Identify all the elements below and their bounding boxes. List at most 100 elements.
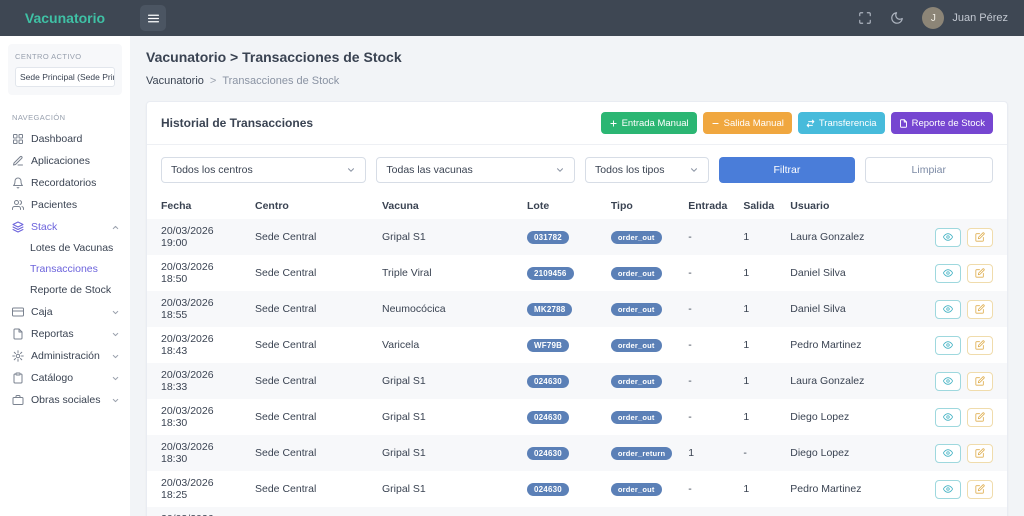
tipo-badge: order_out	[611, 339, 662, 352]
sidebar-item-reporte-de-stock[interactable]: Reporte de Stock	[0, 280, 130, 301]
cell-entrada: -	[680, 363, 735, 399]
sidebar-item-reportas[interactable]: Reportas	[0, 323, 130, 345]
sidebar-item-pacientes[interactable]: Pacientes	[0, 194, 130, 216]
cell-fecha: 20/03/2026 19:00	[147, 219, 247, 255]
table-row: 20/03/2026 18:33Sede CentralGripal S1024…	[147, 363, 1007, 399]
breadcrumb-root[interactable]: Vacunatorio	[146, 75, 204, 87]
cell-fecha: 20/03/2026 18:33	[147, 363, 247, 399]
chevron-down-icon	[346, 165, 356, 175]
cell-salida: 1	[735, 291, 782, 327]
cell-vacuna: Gripal S1	[374, 399, 519, 435]
tipo-badge: order_out	[611, 303, 662, 316]
salida-manual-button[interactable]: Salida Manual	[703, 112, 792, 134]
chevron-down-icon	[111, 396, 120, 405]
eye-icon	[943, 340, 953, 350]
row-actions	[918, 372, 999, 391]
edit-button[interactable]	[967, 336, 993, 355]
sidebar-item-aplicaciones[interactable]: Aplicaciones	[0, 150, 130, 172]
filters-row: Todos los centros Todas las vacunas Todos …	[147, 145, 1007, 187]
sidebar-item-transacciones[interactable]: Transacciones	[0, 259, 130, 280]
chevron-down-icon	[555, 165, 565, 175]
edit-button[interactable]	[967, 372, 993, 391]
edit-button[interactable]	[967, 300, 993, 319]
view-button[interactable]	[935, 264, 961, 283]
sidebar-item-label: Dashboard	[31, 133, 82, 145]
sidebar-item-recordatorios[interactable]: Recordatorios	[0, 172, 130, 194]
clear-button[interactable]: Limpiar	[865, 157, 994, 183]
sidebar-item-catalogo[interactable]: Catálogo	[0, 367, 130, 389]
tipo-badge: order_out	[611, 483, 662, 496]
edit-icon	[975, 448, 985, 458]
breadcrumb: Vacunatorio > Transacciones de Stock	[146, 75, 1008, 87]
lote-badge: 031782	[527, 231, 569, 244]
table-row: 20/03/2026 18:25Sede CentralGripal S1024…	[147, 471, 1007, 507]
view-button[interactable]	[935, 408, 961, 427]
chevron-down-icon	[689, 165, 699, 175]
chevron-down-icon	[111, 352, 120, 361]
filter-button[interactable]: Filtrar	[719, 157, 854, 183]
view-button[interactable]	[935, 480, 961, 499]
page-title: Vacunatorio > Transacciones de Stock	[146, 49, 1008, 65]
action-button-label: Salida Manual	[724, 118, 784, 129]
table-row: 20/03/2026 18:30Sede CentralGripal S1024…	[147, 435, 1007, 471]
cell-usuario: Pedro Martinez	[782, 471, 910, 507]
user-menu[interactable]: J Juan Pérez	[922, 7, 1008, 29]
view-button[interactable]	[935, 228, 961, 247]
breadcrumb-current: Transacciones de Stock	[222, 75, 339, 87]
cell-salida: -	[735, 435, 782, 471]
chevron-up-icon	[111, 223, 120, 232]
sidebar-item-dashboard[interactable]: Dashboard	[0, 128, 130, 150]
col-header-tipo: Tipo	[603, 193, 680, 219]
active-center-select[interactable]: Sede Principal (Sede Princ.	[15, 67, 115, 87]
edit-button[interactable]	[967, 264, 993, 283]
sidebar-item-stack[interactable]: Stack	[0, 216, 130, 238]
sidebar-item-label: Obras sociales	[31, 394, 100, 406]
row-actions	[918, 300, 999, 319]
sidebar-item-caja[interactable]: Caja	[0, 301, 130, 323]
table-row: 20/03/2026 19:00Sede CentralGripal S1031…	[147, 219, 1007, 255]
centro-filter-select[interactable]: Todos los centros	[161, 157, 366, 183]
edit-button[interactable]	[967, 444, 993, 463]
edit-button[interactable]	[967, 480, 993, 499]
sidebar-item-obras-sociales[interactable]: Obras sociales	[0, 389, 130, 411]
eye-icon	[943, 268, 953, 278]
panel-header: Historial de Transacciones Entrada Manua…	[147, 102, 1007, 145]
tipo-filter-select[interactable]: Todos los tipos	[585, 157, 709, 183]
table-row: 20/03/2026 18:43Sede CentralVaricelaWF79…	[147, 327, 1007, 363]
reporte-de-stock-button[interactable]: Reporte de Stock	[891, 112, 993, 134]
col-header-lote: Lote	[519, 193, 603, 219]
lote-badge: 024630	[527, 411, 569, 424]
cell-salida: 1	[735, 327, 782, 363]
row-actions	[918, 408, 999, 427]
cell-entrada: -	[680, 507, 735, 516]
view-button[interactable]	[935, 372, 961, 391]
edit-button[interactable]	[967, 408, 993, 427]
sidebar-item-administracion[interactable]: Administración	[0, 345, 130, 367]
entrada-manual-button[interactable]: Entrada Manual	[601, 112, 697, 134]
vacuna-filter-select[interactable]: Todas las vacunas	[376, 157, 575, 183]
col-header-fecha: Fecha	[147, 193, 247, 219]
sidebar-toggle-button[interactable]	[140, 5, 166, 31]
dark-mode-moon-icon[interactable]	[890, 11, 904, 25]
sidebar-item-label: Caja	[31, 306, 53, 318]
view-button[interactable]	[935, 444, 961, 463]
select-value: Todas las vacunas	[386, 164, 472, 176]
app-logo[interactable]: Vacunatorio	[0, 10, 130, 26]
view-button[interactable]	[935, 336, 961, 355]
sidebar-item-label: Recordatorios	[31, 177, 96, 189]
edit-button[interactable]	[967, 228, 993, 247]
view-button[interactable]	[935, 300, 961, 319]
cell-entrada: -	[680, 399, 735, 435]
cell-centro: Sede Central	[247, 327, 374, 363]
navbar-right: J Juan Pérez	[858, 7, 1024, 29]
edit-icon	[975, 232, 985, 242]
cell-fecha: 20/03/2026 18:30	[147, 435, 247, 471]
chevron-down-icon	[111, 374, 120, 383]
action-button-label: Entrada Manual	[622, 118, 689, 129]
cell-centro: Sede Central	[247, 363, 374, 399]
fullscreen-icon[interactable]	[858, 11, 872, 25]
chevron-down-icon	[111, 308, 120, 317]
transferencia-button[interactable]: Transferencia	[798, 112, 885, 134]
stack-icon	[12, 221, 24, 233]
sidebar-item-lotes-de-vacunas[interactable]: Lotes de Vacunas	[0, 238, 130, 259]
